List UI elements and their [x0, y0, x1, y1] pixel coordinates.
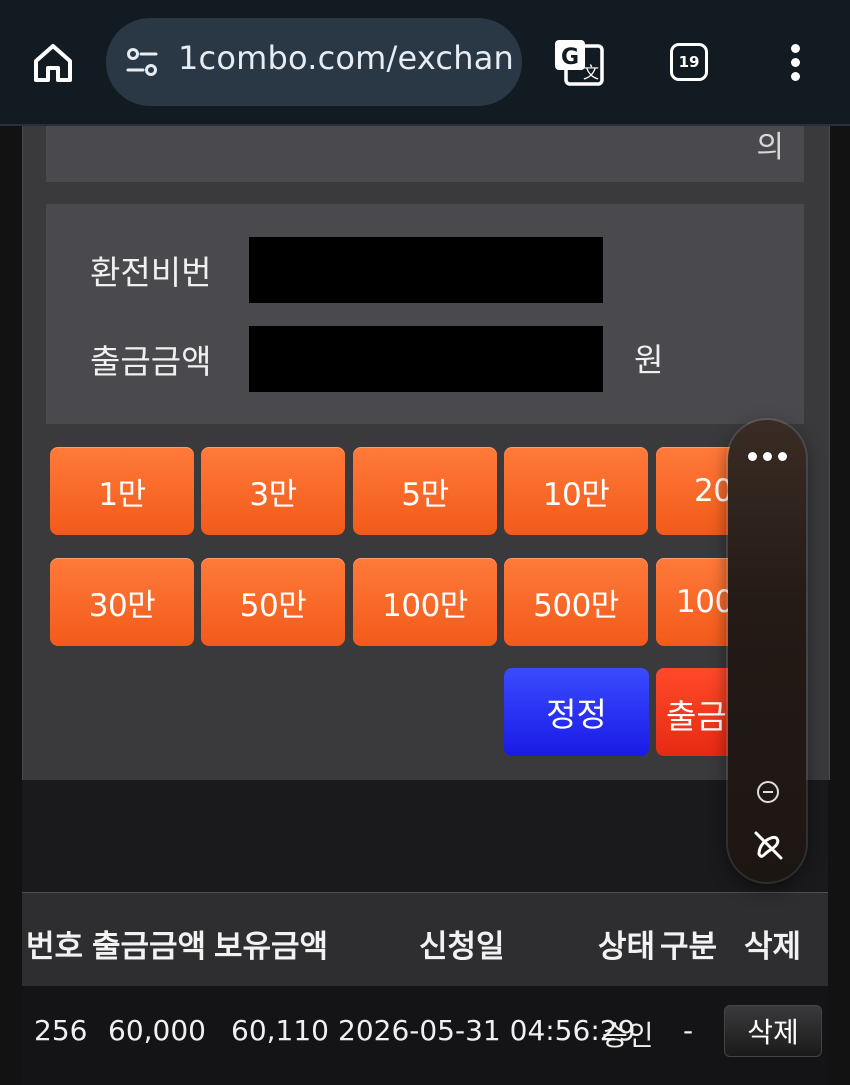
- amount-button[interactable]: 500만: [504, 558, 648, 646]
- column-header-date: 신청일: [419, 929, 505, 965]
- column-header-type: 구분: [660, 929, 718, 965]
- column-header-no: 번호: [26, 929, 84, 965]
- more-options-icon[interactable]: [748, 452, 788, 462]
- address-bar[interactable]: 1combo.com/exchan: [106, 18, 522, 106]
- browser-toolbar: 1combo.com/exchan G 文 19: [0, 0, 850, 126]
- amount-field[interactable]: [249, 326, 603, 392]
- hide-icon[interactable]: [751, 828, 785, 862]
- minimize-icon[interactable]: [756, 780, 780, 804]
- site-settings-icon[interactable]: [124, 44, 160, 80]
- amount-button[interactable]: 10만: [504, 447, 648, 535]
- cell-status: 승인: [602, 1019, 654, 1052]
- home-icon[interactable]: [30, 40, 76, 86]
- delete-button[interactable]: 삭제: [724, 1005, 822, 1057]
- floating-toolbar[interactable]: [728, 420, 806, 882]
- password-label: 환전비번: [90, 253, 212, 292]
- cell-no: 256: [34, 1014, 88, 1047]
- column-header-status: 상태: [598, 929, 656, 965]
- column-header-balance: 보유금액: [214, 929, 329, 965]
- translate-icon[interactable]: G 文: [552, 36, 606, 90]
- unit-label: 원: [634, 341, 664, 379]
- table-header: 번호 출금금액 보유금액 신청일 상태 구분 삭제: [22, 892, 828, 987]
- withdraw-form: 환전비번 출금금액 원: [46, 204, 804, 424]
- tab-switcher-button[interactable]: 19: [670, 43, 708, 81]
- amount-button[interactable]: 100만: [353, 558, 497, 646]
- amount-button[interactable]: 1만: [50, 447, 194, 535]
- column-header-delete: 삭제: [744, 929, 802, 965]
- amount-button[interactable]: 5만: [353, 447, 497, 535]
- info-box-text: 의: [756, 130, 784, 165]
- cell-withdraw: 60,000: [108, 1014, 206, 1047]
- password-field[interactable]: [249, 237, 603, 303]
- info-box: 의: [46, 126, 804, 182]
- cell-date: 2026-05-31 04:56:29: [338, 1014, 636, 1047]
- amount-button[interactable]: 30만: [50, 558, 194, 646]
- svg-text:G: G: [561, 45, 579, 70]
- cell-balance: 60,110: [231, 1014, 329, 1047]
- amount-button[interactable]: 50만: [201, 558, 345, 646]
- amount-button[interactable]: 3만: [201, 447, 345, 535]
- amount-label: 출금금액: [90, 342, 212, 381]
- svg-text:文: 文: [583, 63, 599, 82]
- more-menu-icon[interactable]: [782, 40, 810, 86]
- url-text[interactable]: 1combo.com/exchan: [178, 39, 514, 77]
- table-row: 256 60,000 60,110 2026-05-31 04:56:29 승인…: [22, 986, 828, 1085]
- column-header-withdraw: 출금금액: [92, 929, 207, 965]
- reset-button[interactable]: 정정: [504, 668, 649, 756]
- separator-band: [22, 780, 828, 892]
- cell-type: -: [683, 1014, 694, 1047]
